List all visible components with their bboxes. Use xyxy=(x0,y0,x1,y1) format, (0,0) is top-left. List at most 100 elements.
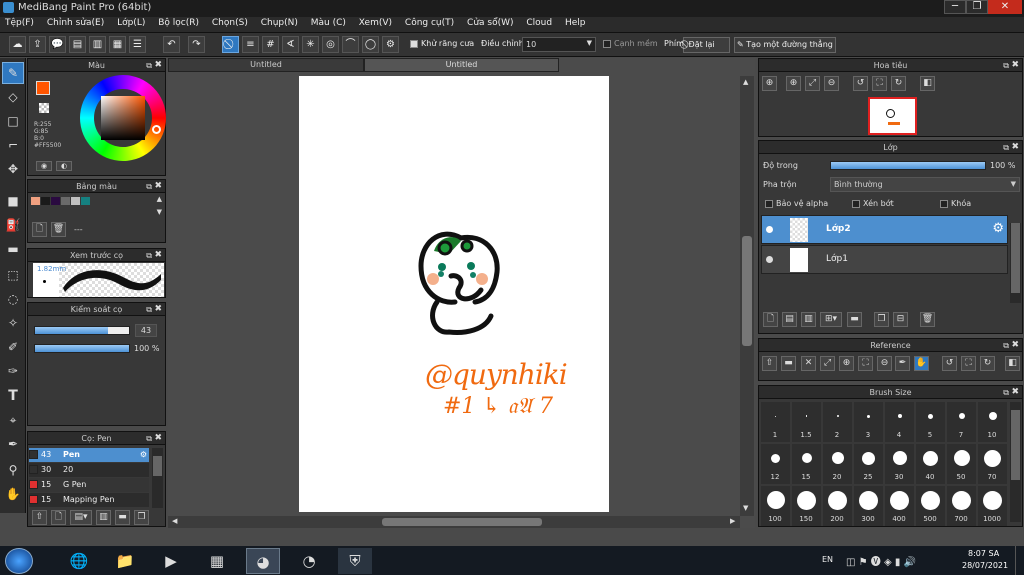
brush-list-scrollbar[interactable] xyxy=(152,448,163,508)
tab-untitled-2[interactable]: Untitled xyxy=(364,58,559,72)
brush-size-cell[interactable]: 200 xyxy=(823,486,852,526)
grid-page-icon[interactable]: ▦ xyxy=(109,36,126,53)
merge-layer-button[interactable]: ⊟ xyxy=(893,312,908,327)
menu-help[interactable]: Help xyxy=(560,17,591,29)
show-desktop-button[interactable] xyxy=(1015,546,1024,575)
palette-swatch[interactable] xyxy=(31,197,40,205)
fullscreen-icon[interactable]: ⛶ xyxy=(961,356,976,371)
brush-size-cell[interactable]: 100 xyxy=(761,486,790,526)
snap-off-icon[interactable]: ⃠ xyxy=(222,36,239,53)
new-brush-button[interactable]: 🗋 xyxy=(51,510,66,525)
brush-menu-button[interactable]: ▤▾ xyxy=(70,510,92,525)
scroll-down-icon[interactable]: ▼ xyxy=(157,208,162,216)
clock-date[interactable]: 28/07/2021 xyxy=(962,561,1008,570)
scroll-right-icon[interactable]: ▶ xyxy=(730,517,735,525)
grid-snap-icon[interactable]: # xyxy=(262,36,279,53)
menu-view[interactable]: Xem(V) xyxy=(354,17,397,29)
layer-add-menu-button[interactable]: ⊞▾ xyxy=(820,312,842,327)
tab-untitled-1[interactable]: Untitled xyxy=(168,58,364,72)
magic-wand-tool-icon[interactable]: ✧ xyxy=(3,313,23,333)
hue-wheel[interactable] xyxy=(80,75,166,161)
hand-tool-icon[interactable]: ✋ xyxy=(3,484,23,504)
rectangle-tool-icon[interactable]: □ xyxy=(3,111,23,131)
parallel-snap-icon[interactable]: ≡ xyxy=(242,36,259,53)
brush-settings-button[interactable]: ▥ xyxy=(96,510,111,525)
rotate-left-icon[interactable]: ↺ xyxy=(853,76,868,91)
new-layer-button[interactable]: 🗋 xyxy=(763,312,778,327)
detach-icon[interactable]: ⧉ xyxy=(146,249,152,262)
page-icon[interactable]: ▥ xyxy=(89,36,106,53)
brush-item[interactable]: 15 Mapping Pen xyxy=(29,493,149,507)
new-8bit-layer-button[interactable]: ▥ xyxy=(801,312,816,327)
brush-size-cell[interactable]: 12 xyxy=(761,444,790,484)
detach-icon[interactable]: ⧉ xyxy=(1003,339,1009,352)
rotate-right-icon[interactable]: ↻ xyxy=(891,76,906,91)
fit-icon[interactable]: ⤢ xyxy=(820,356,835,371)
menu-snap[interactable]: Chụp(N) xyxy=(256,17,303,29)
undo-icon[interactable]: ↶ xyxy=(163,36,180,53)
brush-size-cell[interactable]: 4 xyxy=(885,402,914,442)
zoom-in-icon[interactable]: ⊕ xyxy=(839,356,854,371)
scroll-down-icon[interactable]: ▼ xyxy=(743,504,748,512)
zoom-in-icon[interactable]: ⊕ xyxy=(786,76,801,91)
maximize-button[interactable]: ❐ xyxy=(966,0,988,14)
gear-icon[interactable]: ⚙ xyxy=(382,36,399,53)
delete-layer-button[interactable]: 🗑 xyxy=(920,312,935,327)
brush-size-cell[interactable]: 150 xyxy=(792,486,821,526)
lock-option[interactable]: Khóa xyxy=(940,199,971,208)
brush-size-cell[interactable]: 70 xyxy=(978,444,1007,484)
ellipse-snap-icon[interactable]: ◯ xyxy=(362,36,379,53)
redo-icon[interactable]: ↷ xyxy=(188,36,205,53)
reference-open-icon[interactable]: ⇧ xyxy=(762,356,777,371)
circle-snap-icon[interactable]: ◎ xyxy=(322,36,339,53)
close-icon[interactable]: ✖ xyxy=(1011,59,1019,72)
gradient-tool-icon[interactable]: ▬ xyxy=(3,239,23,259)
drawing-canvas[interactable]: @quynhiki #1 ↳ 𝔞𝔄 7 xyxy=(299,76,609,512)
primary-color-swatch[interactable] xyxy=(36,81,50,95)
vertical-scrollbar[interactable]: ▲ ▼ xyxy=(740,76,754,516)
menu-file[interactable]: Tệp(F) xyxy=(0,17,39,29)
soft-edge-checkbox[interactable] xyxy=(603,39,611,48)
detach-icon[interactable]: ⧉ xyxy=(146,180,152,193)
curve-snap-icon[interactable]: ⌒ xyxy=(342,36,359,53)
brush-item[interactable]: 15 G Pen xyxy=(29,478,149,492)
detach-icon[interactable]: ⧉ xyxy=(1003,59,1009,72)
detach-icon[interactable]: ⧉ xyxy=(146,432,152,445)
duplicate-brush-button[interactable]: ❐ xyxy=(134,510,149,525)
brush-size-value[interactable]: 43 xyxy=(135,324,157,337)
delete-palette-button[interactable]: 🗑 xyxy=(51,222,66,237)
fullscreen-icon[interactable]: ⛶ xyxy=(872,76,887,91)
file-explorer-icon[interactable]: 📁 xyxy=(108,548,142,574)
chrome-icon[interactable]: 🌐 xyxy=(62,548,96,574)
brush-size-cell[interactable]: 20 xyxy=(823,444,852,484)
zoom-out-icon[interactable]: ⊖ xyxy=(824,76,839,91)
brush-size-cell[interactable]: 400 xyxy=(885,486,914,526)
detach-icon[interactable]: ⧉ xyxy=(1003,141,1009,154)
menu-filter[interactable]: Bộ lọc(R) xyxy=(153,17,204,29)
brush-item[interactable]: 43 Pen ⚙ xyxy=(29,448,149,462)
menu-edit[interactable]: Chỉnh sửa(E) xyxy=(42,17,109,29)
clipping-option[interactable]: Xén bớt xyxy=(852,199,894,208)
rotate-right-icon[interactable]: ↻ xyxy=(980,356,995,371)
brush-size-slider[interactable] xyxy=(34,326,130,335)
dropper-tool-icon[interactable]: ✒ xyxy=(3,434,23,454)
folder-icon[interactable]: ▬ xyxy=(781,356,796,371)
brush-size-cell[interactable]: 1 xyxy=(761,402,790,442)
select-eraser-tool-icon[interactable]: ✑ xyxy=(3,361,23,381)
shape-fill-tool-icon[interactable]: ■ xyxy=(3,191,23,211)
protect-alpha-checkbox[interactable] xyxy=(765,199,773,208)
brush-size-cell[interactable]: 7 xyxy=(947,402,976,442)
folder-icon[interactable]: ▬ xyxy=(847,312,862,327)
close-icon[interactable]: ✖ xyxy=(154,249,162,262)
hue-handle[interactable] xyxy=(152,125,161,134)
flip-icon[interactable]: ◧ xyxy=(920,76,935,91)
brush-size-cell[interactable]: 1000 xyxy=(978,486,1007,526)
brush-size-cell[interactable]: 5 xyxy=(916,402,945,442)
saturation-square[interactable] xyxy=(101,96,145,140)
perspective-snap-icon[interactable]: ∢ xyxy=(282,36,299,53)
close-icon[interactable]: ✖ xyxy=(154,180,162,193)
transparent-swatch[interactable] xyxy=(39,103,49,113)
folder-icon[interactable]: ▬ xyxy=(115,510,130,525)
vertical-scroll-thumb[interactable] xyxy=(742,236,752,346)
language-indicator[interactable]: EN xyxy=(822,555,833,564)
